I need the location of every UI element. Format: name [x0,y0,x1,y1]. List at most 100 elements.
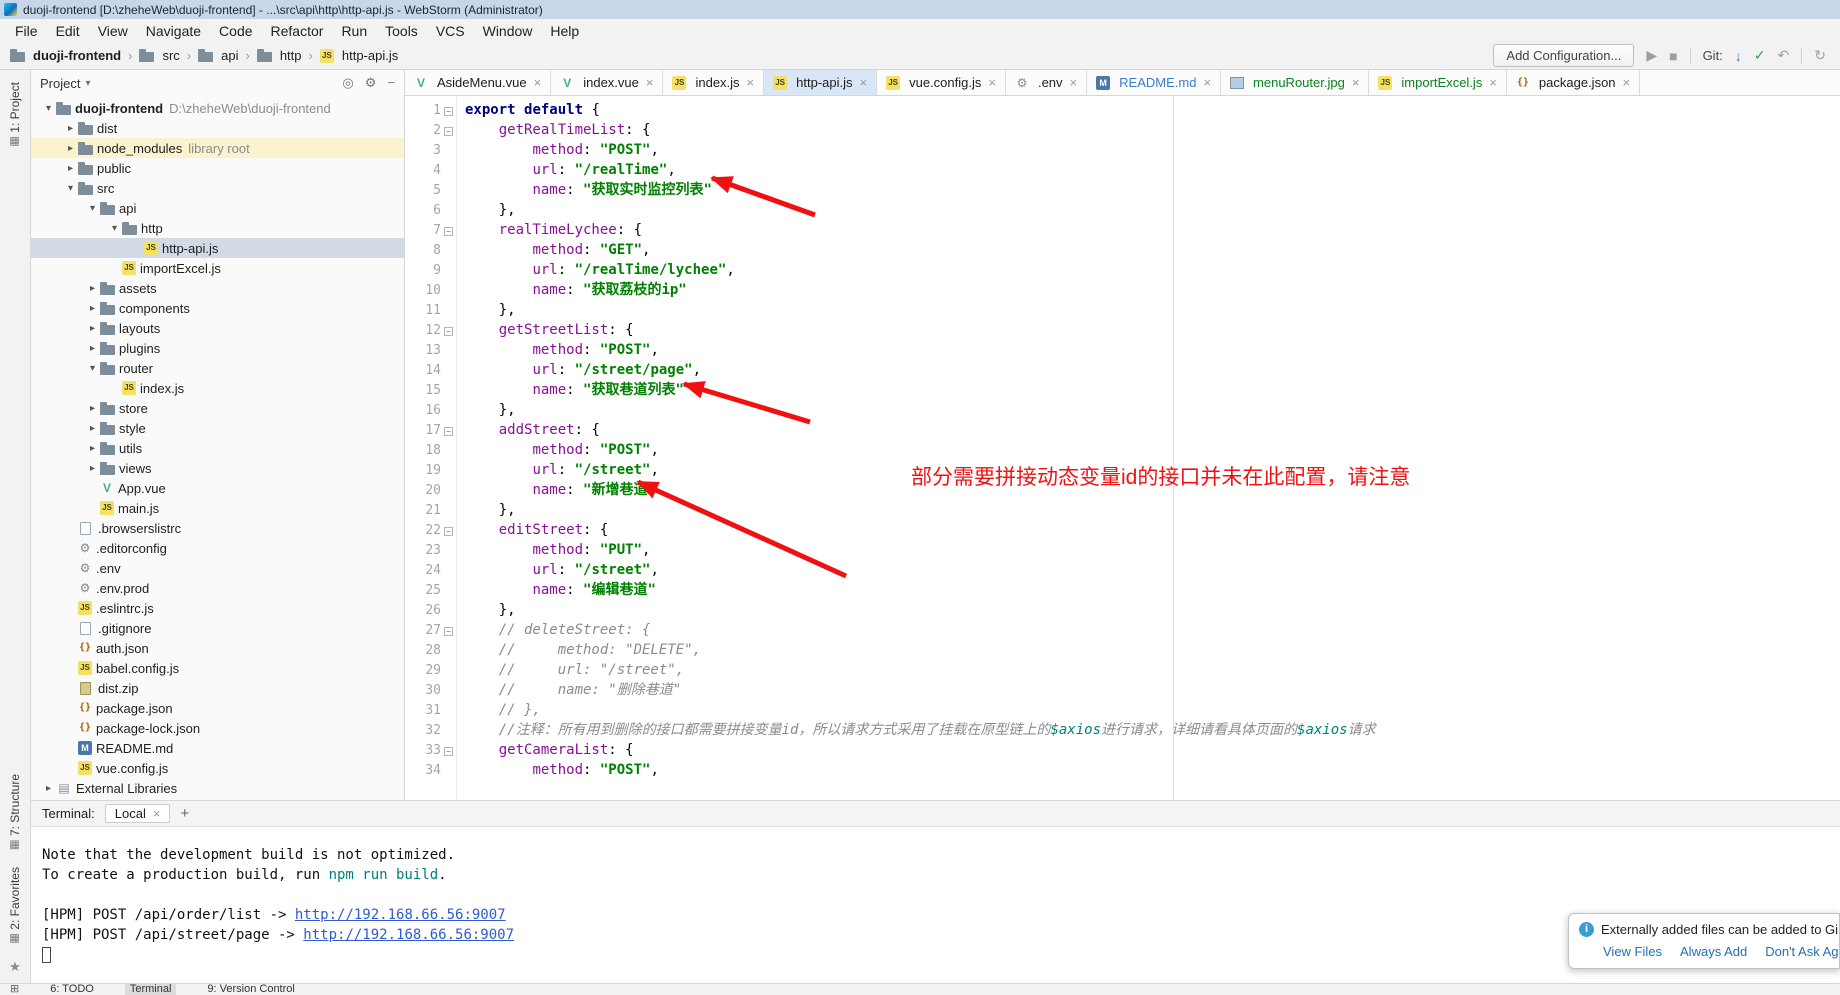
editor-tab-readme.md[interactable]: README.md× [1087,70,1221,95]
close-tab-icon[interactable]: × [1203,75,1211,90]
tree-item-readme.md[interactable]: README.md [31,738,404,758]
tree-expand-arrow-icon[interactable]: ▸ [85,443,100,454]
tree-item-utils[interactable]: ▸utils [31,438,404,458]
tree-expand-arrow-icon[interactable]: ▸ [63,143,78,154]
close-tab-icon[interactable]: × [988,75,996,90]
tree-item-dist.zip[interactable]: dist.zip [31,678,404,698]
status-item-9-version-control[interactable]: 9: Version Control [202,984,299,995]
locate-file-icon[interactable]: ◎ [342,75,353,91]
history-icon[interactable]: ↻ [1814,47,1826,64]
close-tab-icon[interactable]: × [1489,75,1497,90]
tree-item-http-api.js[interactable]: http-api.js [31,238,404,258]
tree-item-.gitignore[interactable]: .gitignore [31,618,404,638]
terminal-tab-local[interactable]: Local × [105,804,171,823]
tree-expand-arrow-icon[interactable]: ▸ [85,463,100,474]
close-tab-icon[interactable]: × [1623,75,1631,90]
tool-window-switcher-icon[interactable]: ⊞ [10,984,19,995]
menu-item-view[interactable]: View [89,21,137,41]
chevron-down-icon[interactable]: ▾ [85,78,90,89]
fold-icon[interactable]: − [444,427,453,436]
tree-item-external-libraries[interactable]: ▸External Libraries [31,778,404,798]
menu-item-run[interactable]: Run [332,21,376,41]
fold-icon[interactable]: − [444,227,453,236]
editor-tab-importexcel.js[interactable]: importExcel.js× [1369,70,1507,95]
tree-item-.eslintrc.js[interactable]: .eslintrc.js [31,598,404,618]
tree-expand-arrow-icon[interactable]: ▸ [41,783,56,794]
editor-tab-asidemenu.vue[interactable]: AsideMenu.vue× [405,70,551,95]
fold-icon[interactable]: − [444,747,453,756]
notification-action-view-files[interactable]: View Files [1603,944,1662,959]
tree-item-public[interactable]: ▸public [31,158,404,178]
close-tab-icon[interactable]: × [534,75,542,90]
menu-item-code[interactable]: Code [210,21,261,41]
tree-expand-arrow-icon[interactable]: ▸ [85,323,100,334]
favorites-star-icon[interactable]: ★ [9,959,21,975]
breadcrumb-item-src[interactable]: src [139,48,179,63]
tree-item-package.json[interactable]: package.json [31,698,404,718]
tree-item-importexcel.js[interactable]: importExcel.js [31,258,404,278]
editor-tab-http-api.js[interactable]: http-api.js× [764,70,877,95]
tree-expand-arrow-icon[interactable]: ▸ [85,283,100,294]
hide-panel-icon[interactable]: − [387,75,395,91]
breadcrumb-item-http-api.js[interactable]: http-api.js [320,48,398,63]
status-item-terminal[interactable]: Terminal [125,984,177,995]
tree-expand-arrow-icon[interactable]: ▸ [85,343,100,354]
breadcrumb-item-duoji-frontend[interactable]: duoji-frontend [10,48,121,63]
tree-collapse-arrow-icon[interactable]: ▾ [41,103,56,114]
project-title[interactable]: Project [40,76,80,91]
git-update-icon[interactable]: ↓ [1735,48,1742,64]
menu-item-refactor[interactable]: Refactor [262,21,333,41]
tool-stripe-7-structure[interactable]: ▦7: Structure [8,774,22,855]
gear-icon[interactable]: ⚙ [365,75,377,91]
tool-stripe-2-favorites[interactable]: ▦2: Favorites [8,867,22,949]
menu-item-file[interactable]: File [6,21,47,41]
breadcrumb-item-api[interactable]: api [198,48,238,63]
terminal-cursor[interactable] [42,947,51,963]
tree-item-duoji-frontend[interactable]: ▾duoji-frontendD:\zheheWeb\duoji-fronten… [31,98,404,118]
editor-tab-index.vue[interactable]: index.vue× [551,70,663,95]
tree-item-assets[interactable]: ▸assets [31,278,404,298]
tree-item-router[interactable]: ▾router [31,358,404,378]
tree-item-src[interactable]: ▾src [31,178,404,198]
tree-expand-arrow-icon[interactable]: ▸ [85,403,100,414]
tree-collapse-arrow-icon[interactable]: ▾ [85,363,100,374]
tree-item-dist[interactable]: ▸dist [31,118,404,138]
editor-tab-index.js[interactable]: index.js× [663,70,764,95]
tree-item-.browserslistrc[interactable]: .browserslistrc [31,518,404,538]
tree-expand-arrow-icon[interactable]: ▸ [85,423,100,434]
menu-item-navigate[interactable]: Navigate [137,21,210,41]
breadcrumb-item-http[interactable]: http [257,48,302,63]
tree-collapse-arrow-icon[interactable]: ▾ [85,203,100,214]
stop-icon[interactable]: ■ [1669,48,1677,64]
tree-item-vue.config.js[interactable]: vue.config.js [31,758,404,778]
fold-icon[interactable]: − [444,627,453,636]
run-icon[interactable]: ▶ [1646,47,1657,64]
tree-item-.env.prod[interactable]: .env.prod [31,578,404,598]
add-configuration-button[interactable]: Add Configuration... [1493,44,1634,67]
menu-item-window[interactable]: Window [474,21,542,41]
close-tab-icon[interactable]: × [1352,75,1360,90]
code-area[interactable]: export default { getRealTimeList: { meth… [457,96,1376,800]
tree-item-node-modules[interactable]: ▸node_moduleslibrary root [31,138,404,158]
editor-tab-.env[interactable]: .env× [1006,70,1087,95]
close-terminal-tab-icon[interactable]: × [153,806,161,821]
tree-expand-arrow-icon[interactable]: ▸ [85,303,100,314]
git-revert-icon[interactable]: ↶ [1778,47,1790,64]
tree-item-http[interactable]: ▾http [31,218,404,238]
notification-action-always-add[interactable]: Always Add [1680,944,1747,959]
tree-item-plugins[interactable]: ▸plugins [31,338,404,358]
tree-collapse-arrow-icon[interactable]: ▾ [107,223,122,234]
fold-icon[interactable]: − [444,327,453,336]
tree-item-package-lock.json[interactable]: package-lock.json [31,718,404,738]
tree-item-views[interactable]: ▸views [31,458,404,478]
tree-item-.editorconfig[interactable]: .editorconfig [31,538,404,558]
tree-item-babel.config.js[interactable]: babel.config.js [31,658,404,678]
menu-item-tools[interactable]: Tools [376,21,427,41]
editor-tab-vue.config.js[interactable]: vue.config.js× [877,70,1006,95]
status-item-6-todo[interactable]: 6: TODO [45,984,99,995]
close-tab-icon[interactable]: × [860,75,868,90]
tool-stripe-1-project[interactable]: ▦1: Project [8,82,22,152]
menu-item-edit[interactable]: Edit [47,21,89,41]
tree-item-layouts[interactable]: ▸layouts [31,318,404,338]
tree-item-api[interactable]: ▾api [31,198,404,218]
